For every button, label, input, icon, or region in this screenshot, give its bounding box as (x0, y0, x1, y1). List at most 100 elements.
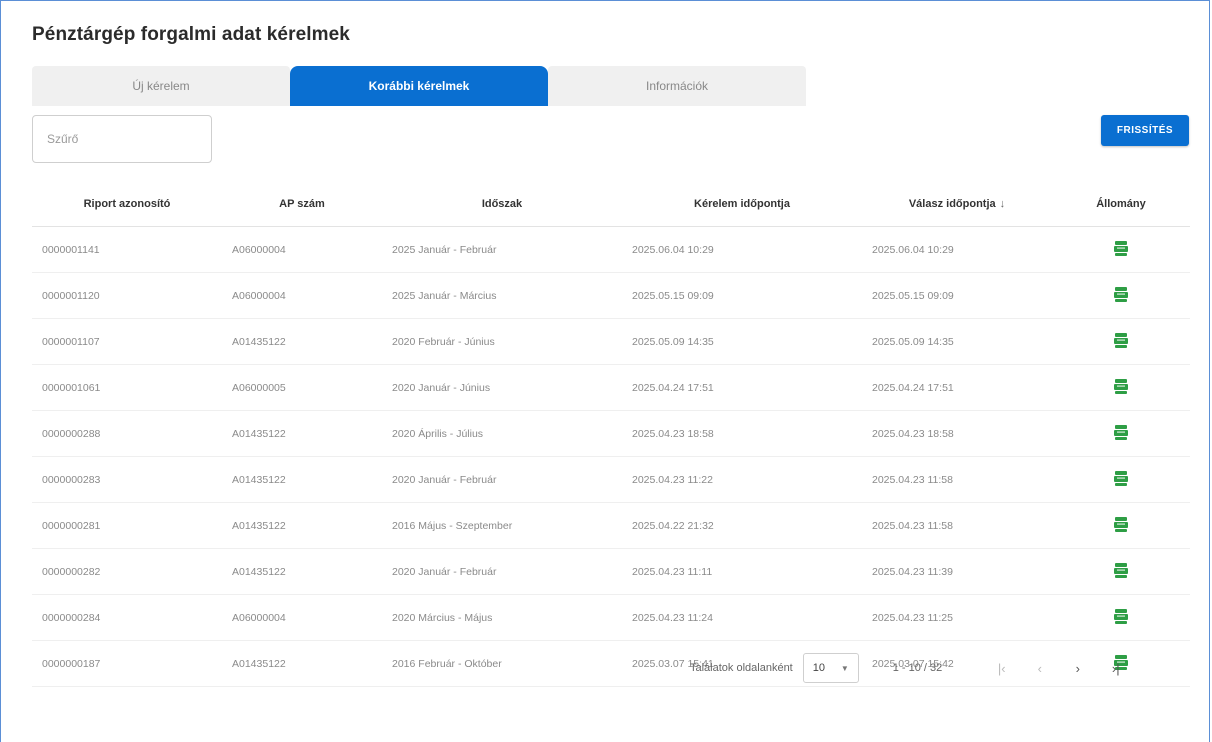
cell-period: 2025 Január - Február (382, 226, 622, 273)
cell-file (1052, 272, 1190, 319)
cell-response-time: 2025.04.23 11:39 (862, 548, 1052, 595)
column-header-report-id[interactable]: Riport azonosító (32, 182, 222, 227)
tab-bar: Új kérelem Korábbi kérelmek Információk (32, 66, 806, 106)
page-size-select[interactable]: 10 ▼ (802, 653, 859, 683)
cell-ap-number: A06000004 (222, 594, 382, 641)
column-header-request-time[interactable]: Kérelem időpontja (622, 182, 862, 227)
cell-request-time: 2025.04.24 17:51 (622, 364, 862, 411)
cell-request-time: 2025.05.15 09:09 (622, 272, 862, 319)
table-row: 0000001107 A01435122 2020 Február - Június… (32, 318, 1190, 365)
cell-report-id: 0000001120 (32, 272, 222, 319)
cell-ap-number: A01435122 (222, 318, 382, 365)
cell-report-id: 0000000288 (32, 410, 222, 457)
download-file-icon[interactable] (1114, 240, 1128, 259)
cell-request-time: 2025.04.23 18:58 (622, 410, 862, 457)
cell-period: 2020 Január - Június (382, 364, 622, 411)
first-page-button[interactable]: |‹ (983, 661, 1021, 676)
cell-period: 2016 Május - Szeptember (382, 502, 622, 549)
cell-response-time: 2025.04.23 18:58 (862, 410, 1052, 457)
page-range: 1 - 10 / 32 (892, 662, 943, 674)
table-row: 0000000288 A01435122 2020 Április - Július… (32, 410, 1190, 457)
cell-file (1052, 548, 1190, 595)
download-file-icon[interactable] (1114, 286, 1128, 305)
cell-response-time: 2025.05.15 09:09 (862, 272, 1052, 319)
table-row: 0000000284 A06000004 2020 Március - Május 2… (32, 594, 1190, 641)
tab-new-request[interactable]: Új kérelem (32, 66, 290, 106)
download-file-icon[interactable] (1114, 470, 1128, 489)
tab-previous-requests[interactable]: Korábbi kérelmek (290, 66, 548, 106)
cell-ap-number: A01435122 (222, 502, 382, 549)
tab-information[interactable]: Információk (548, 66, 806, 106)
table-row: 0000000281 A01435122 2016 Május - Szeptemb… (32, 502, 1190, 549)
page-title: Pénztárgép forgalmi adat kérelmek (32, 24, 350, 45)
column-header-ap-number[interactable]: AP szám (222, 182, 382, 227)
cell-period: 2025 Január - Március (382, 272, 622, 319)
next-page-button[interactable]: › (1059, 661, 1097, 676)
cell-request-time: 2025.04.22 21:32 (622, 502, 862, 549)
cell-ap-number: A01435122 (222, 640, 382, 687)
table-body: 0000001141 A06000004 2025 Január - Február… (32, 226, 1190, 687)
column-header-file[interactable]: Állomány (1052, 182, 1190, 227)
download-file-icon[interactable] (1114, 378, 1128, 397)
cell-ap-number: A01435122 (222, 548, 382, 595)
cell-response-time: 2025.04.23 11:58 (862, 456, 1052, 503)
sort-arrow-icon: ↓ (999, 198, 1006, 210)
cell-report-id: 0000001141 (32, 226, 222, 273)
download-file-icon[interactable] (1114, 424, 1128, 443)
table-row: 0000000283 A01435122 2020 Január - Február… (32, 456, 1190, 503)
cell-ap-number: A06000005 (222, 364, 382, 411)
cell-report-id: 0000000283 (32, 456, 222, 503)
download-file-icon[interactable] (1114, 608, 1128, 627)
cell-request-time: 2025.05.09 14:35 (622, 318, 862, 365)
filter-input[interactable] (32, 115, 212, 163)
table-row: 0000001120 A06000004 2025 Január - Március… (32, 272, 1190, 319)
cell-ap-number: A06000004 (222, 272, 382, 319)
cell-response-time: 2025.06.04 10:29 (862, 226, 1052, 273)
cell-period: 2020 Március - Május (382, 594, 622, 641)
cell-file (1052, 502, 1190, 549)
requests-table: Riport azonosító AP szám Időszak Kérelem… (32, 182, 1190, 687)
cell-period: 2020 Február - Június (382, 318, 622, 365)
cell-period: 2020 Január - Február (382, 456, 622, 503)
cell-ap-number: A01435122 (222, 456, 382, 503)
download-file-icon[interactable] (1114, 562, 1128, 581)
cell-file (1052, 456, 1190, 503)
chevron-down-icon: ▼ (840, 663, 849, 673)
page-size-value: 10 (812, 662, 825, 674)
cell-file (1052, 318, 1190, 365)
download-file-icon[interactable] (1114, 332, 1128, 351)
cell-period: 2020 Április - Július (382, 410, 622, 457)
page-size-label: Találatok oldalanként (690, 662, 793, 674)
cell-request-time: 2025.06.04 10:29 (622, 226, 862, 273)
cell-response-time: 2025.04.23 11:58 (862, 502, 1052, 549)
cell-response-time: 2025.05.09 14:35 (862, 318, 1052, 365)
cell-report-id: 0000000281 (32, 502, 222, 549)
cell-ap-number: A01435122 (222, 410, 382, 457)
table-row: 0000001141 A06000004 2025 Január - Február… (32, 226, 1190, 273)
cell-response-time: 2025.04.24 17:51 (862, 364, 1052, 411)
table-row: 0000000282 A01435122 2020 Január - Február… (32, 548, 1190, 595)
cell-response-time: 2025.04.23 11:25 (862, 594, 1052, 641)
cell-report-id: 0000000187 (32, 640, 222, 687)
cell-file (1052, 226, 1190, 273)
cell-report-id: 0000000284 (32, 594, 222, 641)
cell-file (1052, 410, 1190, 457)
cell-report-id: 0000001061 (32, 364, 222, 411)
cell-period: 2016 Február - Október (382, 640, 622, 687)
table-header-row: Riport azonosító AP szám Időszak Kérelem… (32, 182, 1190, 227)
cell-report-id: 0000001107 (32, 318, 222, 365)
last-page-button[interactable]: ›| (1097, 661, 1135, 676)
column-header-response-time[interactable]: Válasz időpontja ↓ (862, 182, 1052, 227)
table-row: 0000001061 A06000005 2020 Január - Június 2… (32, 364, 1190, 411)
cell-file (1052, 594, 1190, 641)
refresh-button[interactable]: FRISSÍTÉS (1101, 115, 1189, 146)
cell-file (1052, 364, 1190, 411)
download-file-icon[interactable] (1114, 516, 1128, 535)
cell-period: 2020 Január - Február (382, 548, 622, 595)
cell-request-time: 2025.04.23 11:22 (622, 456, 862, 503)
cell-ap-number: A06000004 (222, 226, 382, 273)
previous-page-button[interactable]: ‹ (1021, 661, 1059, 676)
column-header-response-time-label: Válasz időpontja (908, 198, 996, 210)
cell-report-id: 0000000282 (32, 548, 222, 595)
column-header-period[interactable]: Időszak (382, 182, 622, 227)
